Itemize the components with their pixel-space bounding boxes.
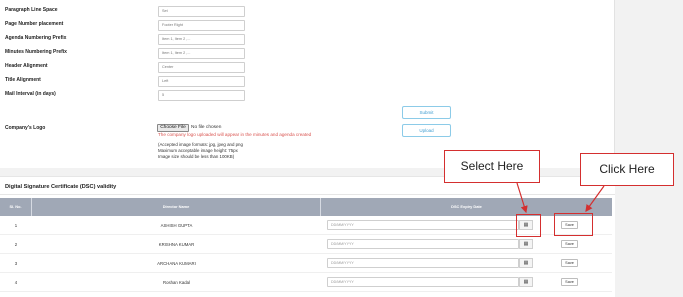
paragraph-line-space-input[interactable]: Set <box>158 6 245 17</box>
mail-interval-row: Mail Interval (in days) 5 <box>0 90 420 102</box>
agenda-numbering-prefix-input[interactable]: Item 1, Item 2 ,... <box>158 34 245 45</box>
minutes-numbering-prefix-label: Minutes Numbering Prefix <box>5 49 67 55</box>
calendar-icon[interactable]: ▦ <box>519 258 533 268</box>
title-alignment-label: Title Alignment <box>5 77 41 83</box>
dsc-expiry-date-input[interactable]: DD/MM/YYYY <box>327 277 519 287</box>
agenda-numbering-prefix-label: Agenda Numbering Prefix <box>5 35 67 41</box>
director-name-cell: KRISHNA KUMAR <box>158 242 195 247</box>
company-logo-label: Company's Logo <box>5 125 46 131</box>
sl-no-cell: 2 <box>14 242 18 247</box>
minutes-numbering-prefix-row: Minutes Numbering Prefix Item 1, Item 2 … <box>0 48 420 60</box>
save-highlight-box <box>554 213 593 236</box>
sl-no-cell: 3 <box>14 261 18 266</box>
page-number-placement-row: Page Number placement Footer Right <box>0 20 420 32</box>
settings-panel: Paragraph Line Space Set Page Number pla… <box>0 0 615 168</box>
agenda-numbering-prefix-row: Agenda Numbering Prefix Item 1, Item 2 ,… <box>0 34 420 46</box>
dsc-expiry-date-input[interactable]: DD/MM/YYYY <box>327 239 519 249</box>
sl-no-cell: 1 <box>14 223 18 228</box>
calendar-highlight-box <box>516 214 541 237</box>
header-alignment-label: Header Alignment <box>5 63 48 69</box>
save-button[interactable]: Save <box>561 259 578 267</box>
director-name-cell: ASHISH GUPTA <box>160 223 193 228</box>
table-row: 2 KRISHNA KUMAR DD/MM/YYYY ▦ Save <box>0 235 612 254</box>
dsc-section-title: Digital Signature Certificate (DSC) vali… <box>5 184 117 190</box>
table-row: 3 ARCHANA KUMARI DD/MM/YYYY ▦ Save <box>0 254 612 273</box>
header-alignment-input[interactable]: Center <box>158 62 245 73</box>
calendar-icon[interactable]: ▦ <box>519 277 533 287</box>
logo-warning-text: The company logo uploaded will appear in… <box>158 132 312 137</box>
table-row: 4 Roshan Kadal DD/MM/YYYY ▦ Save <box>0 273 612 292</box>
mail-interval-label: Mail Interval (in days) <box>5 91 56 97</box>
paragraph-line-space-row: Paragraph Line Space Set <box>0 6 420 18</box>
title-alignment-input[interactable]: Left <box>158 76 245 87</box>
mail-interval-input[interactable]: 5 <box>158 90 245 101</box>
paragraph-line-space-label: Paragraph Line Space <box>5 7 58 13</box>
dsc-divider <box>0 194 615 195</box>
dsc-expiry-date-input[interactable]: DD/MM/YYYY <box>327 258 519 268</box>
save-button[interactable]: Save <box>561 240 578 248</box>
director-name-cell: Roshan Kadal <box>163 280 190 285</box>
upload-button[interactable]: Upload <box>402 124 451 137</box>
column-header-sl-no: Sl. No. <box>0 198 32 216</box>
page-number-placement-label: Page Number placement <box>5 21 64 27</box>
title-alignment-row: Title Alignment Left <box>0 76 420 88</box>
minutes-numbering-prefix-input[interactable]: Item 1, Item 2 ,... <box>158 48 245 59</box>
dsc-expiry-date-input[interactable]: DD/MM/YYYY <box>327 220 519 230</box>
submit-button[interactable]: Submit <box>402 106 451 119</box>
logo-requirements: (Accepted image formats: jpg, jpeg and p… <box>158 142 243 160</box>
header-alignment-row: Header Alignment Center <box>0 62 420 74</box>
select-here-callout: Select Here <box>444 150 540 183</box>
director-name-cell: ARCHANA KUMARI <box>157 261 196 266</box>
page-number-placement-input[interactable]: Footer Right <box>158 20 245 31</box>
column-header-director-name: Director Name <box>32 198 321 216</box>
no-file-chosen-text: No file chosen <box>191 125 222 130</box>
logo-note-size: Image size should be less than 100KB) <box>158 154 235 159</box>
calendar-icon[interactable]: ▦ <box>519 239 533 249</box>
choose-file-button[interactable]: Choose File <box>157 124 189 132</box>
sl-no-cell: 4 <box>14 280 18 285</box>
click-here-callout: Click Here <box>580 153 674 186</box>
save-button[interactable]: Save <box>561 278 578 286</box>
